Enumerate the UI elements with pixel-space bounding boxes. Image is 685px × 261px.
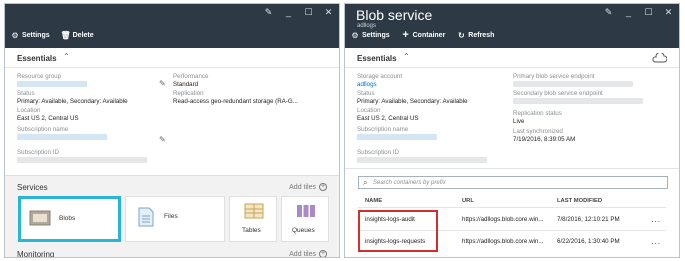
maximize-icon[interactable]: ☐	[644, 8, 653, 17]
more-options-button[interactable]: ...	[651, 215, 661, 224]
container-url: https://adllogs.blob.core.win...	[462, 216, 544, 223]
window-controls: ✎ _ ☐ ✕	[604, 8, 673, 17]
container-last-modified: 7/8/2016, 12:10:21 PM	[557, 216, 620, 223]
add-container-button[interactable]: + Container	[402, 29, 445, 41]
tile-blobs[interactable]: Blobs	[18, 196, 121, 242]
subscription-name-field: Subscription name	[17, 126, 167, 142]
table-row[interactable]: insights-logs-audit https://adllogs.blob…	[345, 209, 679, 229]
pin-icon[interactable]: ✎	[604, 8, 613, 17]
gear-icon: ⚙	[11, 30, 19, 40]
column-header-url[interactable]: URL	[462, 198, 474, 204]
chevron-up-icon[interactable]: ⌃	[403, 52, 410, 61]
blade-header: ✎ _ ☐ ✕ ⚙ Settings 🗑 Delete	[5, 4, 339, 48]
command-bar: ⚙ Settings + Container ↻ Refresh	[351, 29, 494, 41]
blob-service-blade: Blob service adllogs ✎ _ ☐ ✕ ⚙ Settings …	[344, 3, 680, 258]
close-icon[interactable]: ✕	[324, 8, 333, 17]
close-icon[interactable]: ✕	[664, 8, 673, 17]
pin-icon[interactable]: ✎	[264, 8, 273, 17]
essentials-label: Essentials	[17, 54, 57, 63]
table-row[interactable]: insights-logs-requests https://adllogs.b…	[345, 231, 679, 251]
subscription-id-field: Subscription ID	[17, 149, 167, 165]
storage-account-field: Storage account adllogs	[357, 73, 517, 89]
status-field: Status Primary: Available, Secondary: Av…	[17, 90, 128, 105]
blade-subtitle: adllogs	[357, 23, 377, 29]
essentials-label: Essentials	[357, 54, 397, 63]
table-icon	[244, 203, 264, 219]
storage-account-blade: ✎ _ ☐ ✕ ⚙ Settings 🗑 Delete Essentials ⌃…	[4, 3, 340, 258]
command-bar: ⚙ Settings 🗑 Delete	[11, 30, 94, 40]
settings-button[interactable]: ⚙ Settings	[351, 30, 389, 40]
redacted-value	[17, 157, 147, 164]
container-last-modified: 6/22/2016, 1:30:40 PM	[557, 238, 620, 245]
container-url: https://adllogs.blob.core.win...	[462, 238, 544, 245]
performance-field: Performance Standard	[173, 73, 209, 88]
queue-icon	[297, 205, 315, 217]
storage-account-link[interactable]: adllogs	[357, 81, 517, 89]
column-header-name[interactable]: NAME	[365, 198, 382, 204]
tile-tables[interactable]: Tables	[229, 196, 277, 242]
container-name[interactable]: insights-logs-requests	[365, 238, 425, 245]
window-controls: ✎ _ ☐ ✕	[264, 8, 333, 17]
divider	[358, 207, 666, 208]
minimize-icon[interactable]: _	[284, 8, 293, 17]
replication-status-field: Replication status Live	[513, 110, 562, 125]
refresh-button[interactable]: ↻ Refresh	[457, 30, 494, 40]
subscription-name-field: Subscription name	[357, 126, 517, 142]
redacted-value	[357, 157, 487, 164]
subscription-id-field: Subscription ID	[357, 149, 517, 165]
minimize-icon[interactable]: _	[624, 8, 633, 17]
monitoring-label: Monitoring	[17, 250, 55, 258]
gear-icon: ⚙	[351, 30, 359, 40]
container-name[interactable]: insights-logs-audit	[365, 216, 415, 223]
status-field: Status Primary: Available, Secondary: Av…	[357, 90, 468, 105]
plus-icon: +	[319, 250, 327, 257]
column-header-last-modified[interactable]: LAST MODIFIED	[557, 198, 602, 204]
delete-button[interactable]: 🗑 Delete	[60, 30, 94, 40]
essentials-header[interactable]: Essentials ⌃	[345, 48, 679, 68]
cloud-icon[interactable]	[651, 53, 667, 63]
services-label: Services	[17, 183, 48, 192]
redacted-value[interactable]	[17, 134, 107, 141]
add-tiles-button[interactable]: Add tiles +	[289, 250, 327, 257]
redacted-value[interactable]	[357, 134, 437, 141]
location-field: Location East US 2, Central US	[357, 107, 419, 122]
file-icon	[138, 207, 154, 227]
essentials-header[interactable]: Essentials ⌃	[5, 48, 339, 68]
primary-endpoint-field: Primary blob service endpoint	[513, 73, 673, 89]
more-options-button[interactable]: ...	[651, 237, 661, 246]
settings-button[interactable]: ⚙ Settings	[11, 30, 49, 40]
blade-title: Blob service	[356, 7, 433, 23]
redacted-value[interactable]	[17, 81, 87, 88]
plus-icon: +	[319, 183, 327, 191]
blob-icon	[29, 210, 51, 226]
chevron-up-icon[interactable]: ⌃	[63, 52, 70, 61]
services-section: Services Add tiles + Blobs Files Tables …	[5, 175, 339, 257]
blade-header: Blob service adllogs ✎ _ ☐ ✕ ⚙ Settings …	[345, 4, 679, 48]
search-icon: ⌕	[363, 178, 368, 187]
edit-subscription-icon[interactable]: ✎	[159, 135, 166, 144]
replication-field: Replication Read-access geo-redundant st…	[173, 90, 298, 105]
secondary-endpoint-field: Secondary blob service endpoint	[513, 90, 673, 106]
divider	[345, 168, 679, 169]
refresh-icon: ↻	[457, 30, 465, 40]
location-field: Location East US 2, Central US	[17, 107, 79, 122]
trash-icon: 🗑	[60, 30, 71, 40]
tile-queues[interactable]: Queues	[281, 196, 329, 242]
redacted-value	[513, 81, 633, 88]
redacted-value	[513, 98, 643, 105]
container-search-input[interactable]: ⌕ Search containers by prefix	[358, 176, 668, 189]
last-synchronized-field: Last synchronized 7/19/2016, 8:39:05 AM	[513, 128, 576, 143]
plus-icon: +	[402, 29, 409, 41]
add-tiles-button[interactable]: Add tiles +	[289, 183, 327, 191]
tile-files[interactable]: Files	[125, 196, 225, 242]
resource-group-field: Resource group	[17, 73, 167, 89]
edit-resource-group-icon[interactable]: ✎	[159, 79, 166, 88]
maximize-icon[interactable]: ☐	[304, 8, 313, 17]
